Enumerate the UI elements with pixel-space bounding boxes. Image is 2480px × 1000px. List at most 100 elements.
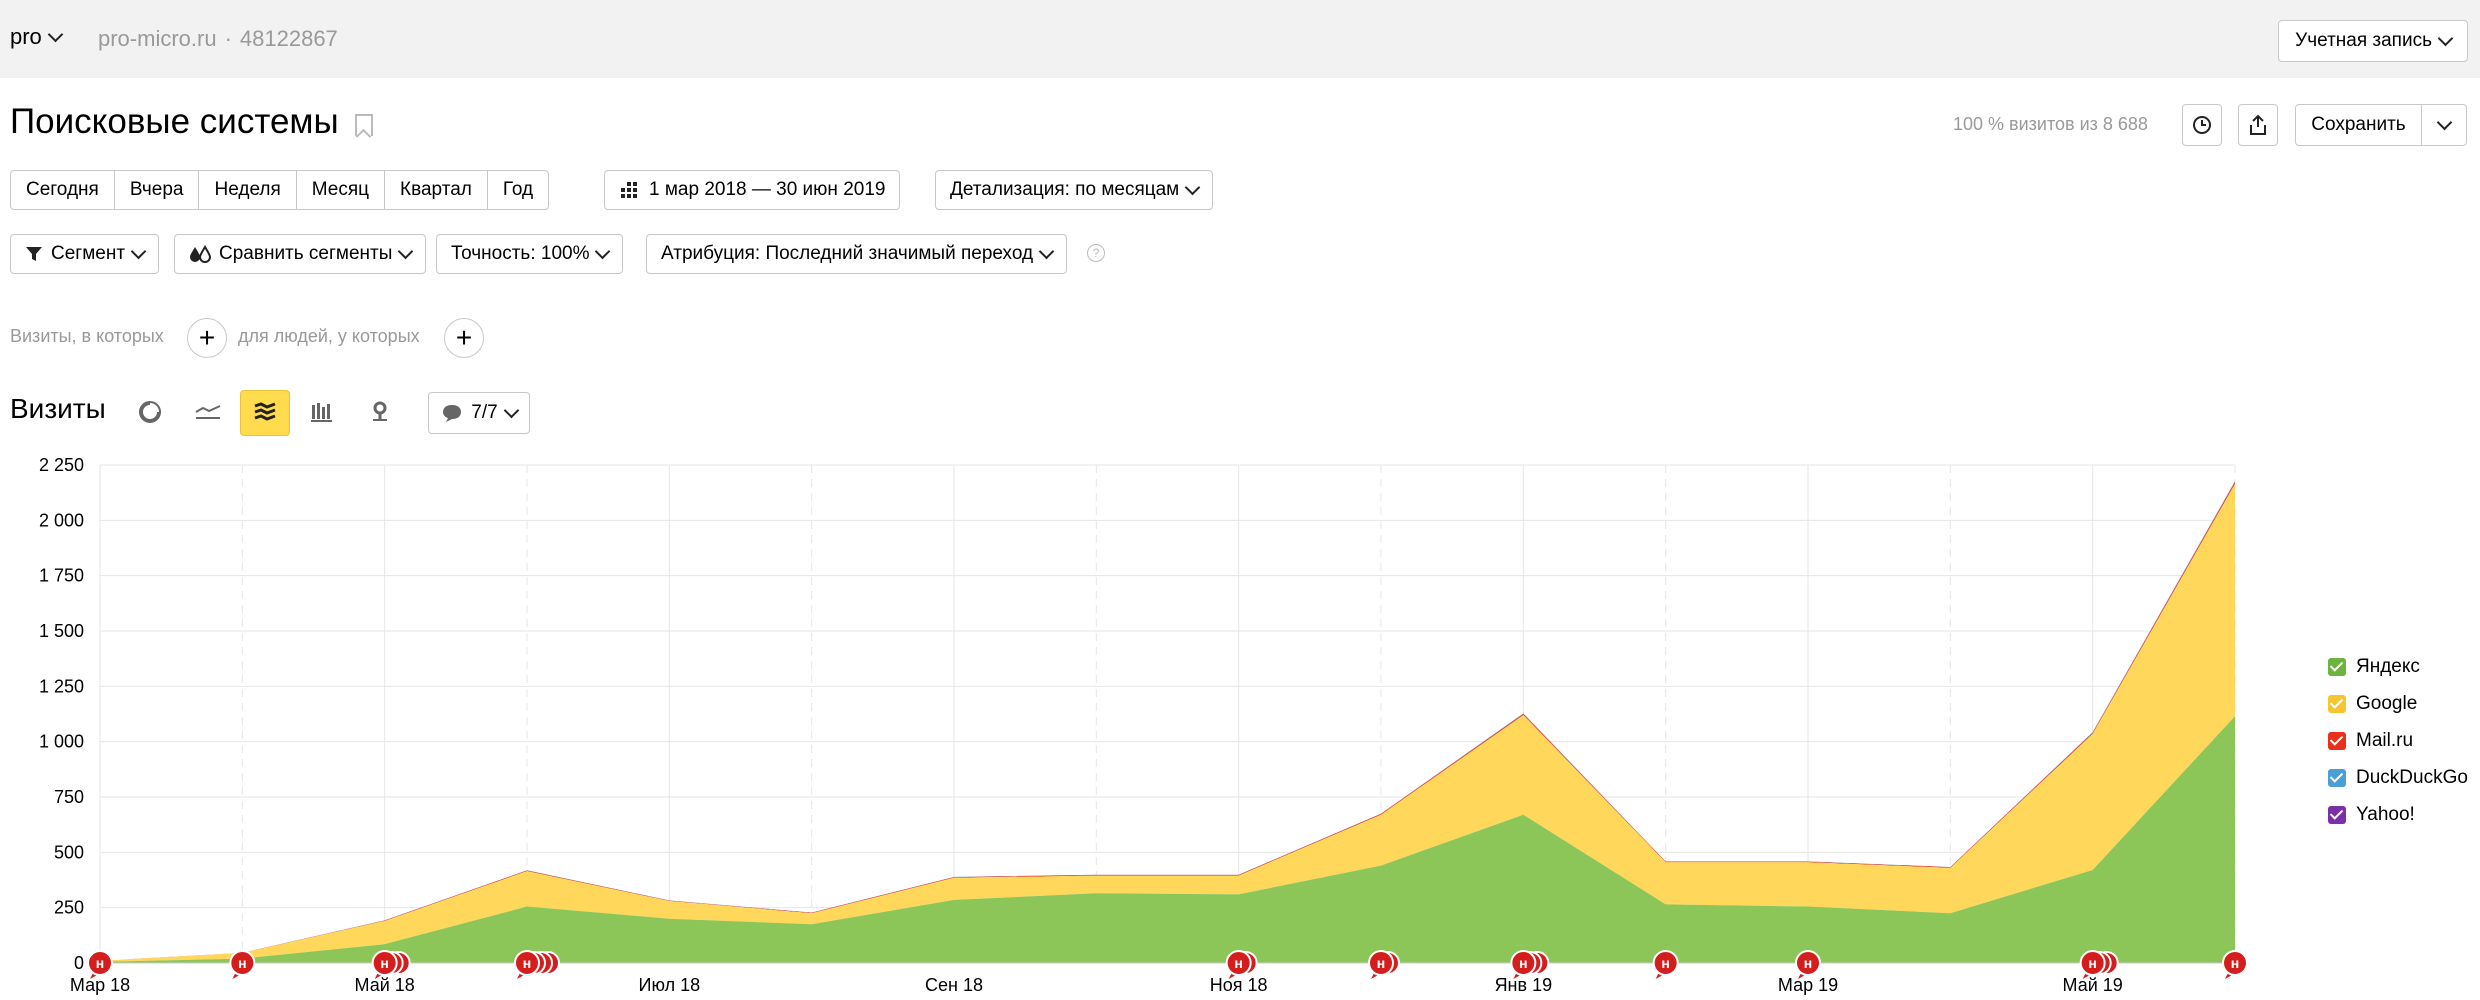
site-info: pro-micro.ru · 48122867 (98, 26, 338, 51)
map-pin-icon (373, 401, 387, 421)
y-tick-label: 0 (74, 953, 84, 973)
bar-chart-button[interactable] (298, 390, 346, 434)
series-area-1 (100, 483, 2235, 962)
speech-bubble-icon (443, 405, 462, 422)
period-year-button[interactable]: Год (486, 170, 550, 210)
chevron-down-icon (1038, 243, 1055, 260)
help-icon[interactable]: ? (1087, 244, 1105, 262)
legend-label: Яндекс (2356, 655, 2420, 677)
add-people-condition-button[interactable]: + (444, 318, 484, 358)
clock-icon (2193, 116, 2211, 134)
note-marker-letter: н (2088, 955, 2096, 971)
x-tick-label: Май 19 (2063, 975, 2123, 995)
note-marker-letter: н (1804, 955, 1812, 971)
x-tick-label: Май 18 (355, 975, 415, 995)
line-chart-button[interactable] (184, 390, 232, 434)
y-tick-label: 250 (54, 898, 84, 918)
legend-label: DuckDuckGo (2356, 766, 2468, 788)
export-button[interactable] (2238, 104, 2278, 146)
compare-segments-button[interactable]: Сравнить сегменты (174, 234, 427, 274)
note-marker-letter: н (96, 955, 104, 971)
accuracy-label: Точность: 100% (451, 243, 590, 264)
period-quarter-button[interactable]: Квартал (384, 170, 488, 210)
detail-label: Детализация: по месяцам (950, 179, 1180, 200)
note-marker-letter: н (523, 955, 531, 971)
compare-drops-icon (190, 245, 211, 263)
top-bar: pro pro-micro.ru · 48122867 Учетная запись (0, 0, 2480, 78)
checkbox-icon[interactable] (2328, 768, 2346, 787)
checkbox-icon[interactable] (2328, 694, 2346, 713)
bar-chart-icon (311, 403, 332, 422)
legend-item-mailru[interactable]: Mail.ru (2328, 722, 2468, 759)
project-selector[interactable]: pro (10, 24, 64, 50)
save-button[interactable]: Сохранить (2296, 105, 2422, 145)
y-tick-label: 500 (54, 842, 84, 862)
chevron-down-icon (595, 243, 611, 260)
legend-item-google[interactable]: Google (2328, 685, 2468, 722)
compare-label: Сравнить сегменты (219, 243, 393, 264)
note-marker-letter: н (380, 955, 388, 971)
visits-area-chart: 0 250 500 750 1 000 1 250 1 500 1 750 2 000 2 250… (39, 455, 2248, 995)
accuracy-dropdown[interactable]: Точность: 100% (436, 234, 624, 274)
x-tick-label: Ноя 18 (1210, 975, 1268, 995)
note-marker-letter: н (238, 955, 246, 971)
x-tick-label: Мар 18 (70, 975, 130, 995)
account-label: Учетная запись (2295, 30, 2432, 51)
pie-chart-button[interactable] (126, 390, 174, 434)
period-week-button[interactable]: Неделя (198, 170, 297, 210)
segment-label: Сегмент (51, 243, 126, 264)
counter-id: 48122867 (239, 26, 338, 51)
checkbox-icon[interactable] (2328, 805, 2346, 824)
history-button[interactable] (2182, 104, 2222, 146)
y-tick-label: 1 250 (39, 676, 84, 696)
segment-button[interactable]: Сегмент (10, 234, 160, 274)
add-visit-condition-button[interactable]: + (187, 318, 227, 358)
x-tick-label: Янв 19 (1495, 975, 1553, 995)
section-title: Визиты (10, 393, 106, 424)
y-tick-label: 1 000 (39, 732, 84, 752)
export-icon (2250, 114, 2266, 135)
y-tick-label: 2 250 (39, 455, 84, 475)
chevron-down-icon (130, 243, 147, 260)
date-range-button[interactable]: 1 мар 2018 — 30 июн 2019 (604, 170, 901, 210)
checkbox-icon[interactable] (2328, 731, 2346, 750)
legend-label: Yahoo! (2356, 803, 2415, 825)
notes-button[interactable]: 7/7 (428, 392, 530, 434)
y-tick-label: 1 500 (39, 621, 84, 641)
legend-item-yahoo[interactable]: Yahoo! (2328, 796, 2468, 833)
y-tick-label: 1 750 (39, 566, 84, 586)
detail-dropdown[interactable]: Детализация: по месяцам (935, 170, 1214, 210)
note-marker-letter: н (1519, 955, 1527, 971)
site-domain: pro-micro.ru (98, 26, 217, 51)
chevron-down-icon (398, 243, 414, 260)
legend-label: Google (2356, 692, 2418, 714)
legend-item-duckduckgo[interactable]: DuckDuckGo (2328, 759, 2468, 796)
x-tick-label: Сен 18 (925, 975, 983, 995)
stacked-area-icon (254, 402, 276, 421)
checkbox-icon[interactable] (2328, 657, 2346, 676)
project-name: pro (10, 24, 42, 49)
note-marker-letter: н (1234, 955, 1242, 971)
calendar-grid-icon (621, 182, 637, 198)
visits-summary: 100 % визитов из 8 688 (1953, 114, 2148, 134)
map-button[interactable] (356, 390, 404, 434)
save-options-button[interactable] (2422, 105, 2466, 145)
legend-label: Mail.ru (2356, 729, 2414, 751)
period-month-button[interactable]: Месяц (295, 170, 386, 210)
chevron-down-icon (47, 26, 64, 43)
chevron-down-icon (2437, 30, 2454, 47)
legend-item-yandex[interactable]: Яндекс (2328, 648, 2468, 685)
period-today-button[interactable]: Сегодня (10, 170, 115, 210)
chart-legend: Яндекс Google Mail.ru DuckDuckGo Yahoo! (2328, 648, 2468, 833)
save-button-group: Сохранить (2295, 104, 2467, 146)
account-button[interactable]: Учетная запись (2278, 20, 2468, 62)
bookmark-icon[interactable] (354, 114, 373, 136)
page-title-text: Поисковые системы (10, 102, 339, 141)
period-yesterday-button[interactable]: Вчера (113, 170, 200, 210)
notes-count: 7/7 (471, 402, 498, 423)
attribution-dropdown[interactable]: Атрибуция: Последний значимый переход (646, 234, 1068, 274)
filter-icon (26, 247, 42, 261)
y-tick-label: 750 (54, 787, 84, 807)
stacked-area-button[interactable] (240, 390, 290, 436)
plus-icon: + (455, 322, 473, 353)
